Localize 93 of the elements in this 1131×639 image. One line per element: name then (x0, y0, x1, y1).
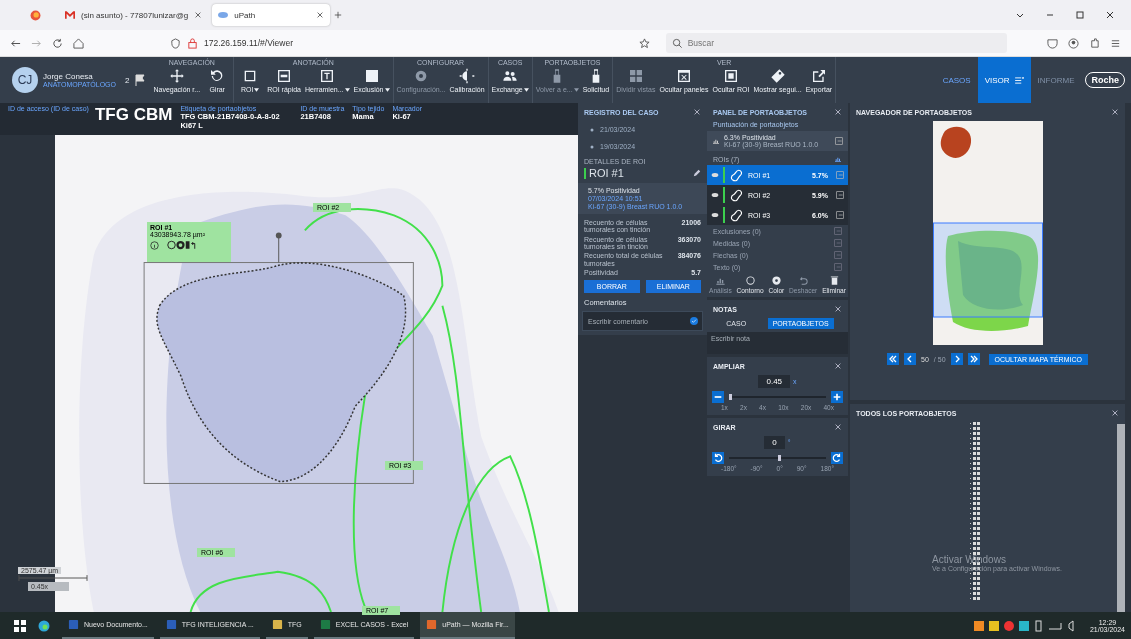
roi-name: ROI #1 (589, 167, 625, 179)
firefox-icon[interactable] (30, 9, 41, 21)
scrollbar[interactable] (1117, 424, 1125, 612)
export-icon[interactable] (836, 211, 844, 220)
caret-icon (573, 87, 579, 92)
document-icon (68, 619, 79, 630)
trash-icon (828, 275, 840, 287)
rotate-right-button[interactable] (831, 452, 843, 465)
grid-icon (627, 68, 644, 84)
outline-shape-icon (729, 167, 744, 183)
move-arrows-icon (168, 68, 185, 84)
rotate-right-icon (832, 453, 842, 464)
extensions-icon[interactable] (1089, 37, 1100, 49)
undo-icon (797, 275, 809, 287)
outline-shape-icon (729, 207, 744, 223)
flag-count: 2 (125, 75, 130, 85)
document-icon (319, 619, 331, 630)
pocket-icon[interactable] (1047, 37, 1058, 49)
browser-tab[interactable]: uPath (212, 4, 331, 26)
value-field[interactable]: 0.45 (758, 375, 791, 389)
search-icon (671, 37, 683, 49)
windows-start-icon[interactable] (14, 619, 26, 632)
mail-icon (65, 11, 75, 19)
reload-icon[interactable] (52, 37, 63, 49)
avatar[interactable]: CJ (12, 67, 38, 93)
previous-button[interactable] (904, 353, 917, 365)
browser-icon (426, 619, 438, 630)
zoom-in-button[interactable] (831, 391, 843, 404)
flag-icon[interactable] (134, 74, 147, 86)
home-icon[interactable] (73, 37, 84, 49)
caret-icon (523, 87, 529, 92)
bullet-icon (590, 127, 594, 132)
slider-thumb[interactable] (729, 394, 732, 401)
menu-icon[interactable] (1110, 37, 1121, 49)
activation-notice-title: Activar Windows (932, 554, 1007, 565)
bullet-icon (590, 144, 594, 149)
export-icon[interactable] (835, 137, 843, 146)
ring-icon (744, 275, 756, 287)
first-page-button[interactable] (887, 353, 900, 365)
window-close-icon (675, 68, 692, 84)
document-icon (271, 619, 283, 630)
gear-icon (413, 68, 429, 84)
last-page-button[interactable] (967, 353, 980, 365)
eye-icon[interactable] (711, 191, 719, 200)
brightness-icon (459, 68, 476, 84)
maximize-icon[interactable] (1075, 10, 1085, 20)
check-icon[interactable] (690, 317, 698, 326)
nav-tab[interactable]: VISOR (977, 57, 1031, 103)
text-box-icon (319, 68, 336, 84)
value-field[interactable]: 0 (764, 436, 785, 450)
scale-bar-icon (18, 575, 88, 581)
lock-icon (187, 37, 198, 49)
new-tab-icon[interactable] (334, 11, 343, 19)
star-icon[interactable] (638, 37, 650, 49)
edge-icon[interactable] (38, 619, 50, 632)
caret-icon (384, 87, 390, 92)
close-icon[interactable] (316, 11, 325, 19)
rotate-left-button[interactable] (712, 452, 724, 465)
plus-icon (832, 392, 842, 403)
frame-icon (722, 68, 739, 84)
export-icon[interactable] (836, 191, 844, 200)
double-chevron-left-icon (888, 354, 899, 364)
list-icon (1014, 76, 1024, 84)
roi-box-icon (276, 68, 293, 84)
double-chevron-right-icon (968, 354, 979, 364)
tag-icon (769, 68, 786, 84)
chart-icon (712, 137, 720, 146)
export-icon (810, 68, 827, 84)
people-icon (502, 68, 519, 84)
document-icon (165, 619, 177, 630)
eye-icon[interactable] (711, 211, 719, 220)
user-name: Jorge Conesa (43, 72, 93, 81)
search-field[interactable]: Buscar (665, 33, 1007, 53)
browser-tab[interactable]: (sin asunto) - 77807lunizar@g (59, 4, 209, 26)
zoom-out-button[interactable] (712, 391, 724, 404)
chart-icon (834, 155, 842, 164)
caret-icon (344, 87, 350, 92)
caret-icon (254, 87, 260, 92)
eye-icon (218, 11, 229, 19)
close-icon[interactable] (1105, 10, 1115, 20)
nav-tab[interactable]: CASOS (935, 57, 978, 103)
outline-shape-icon (729, 187, 744, 203)
slider-thumb[interactable] (777, 455, 781, 462)
rotate-left-icon (713, 453, 723, 464)
next-button[interactable] (950, 353, 963, 365)
pencil-icon[interactable] (693, 169, 701, 177)
close-icon[interactable] (194, 11, 203, 19)
shield-icon (170, 37, 181, 49)
address-bar[interactable]: 172.26.159.11/#/Viewer (164, 33, 656, 53)
account-icon[interactable] (1068, 37, 1079, 49)
info-icon[interactable] (150, 240, 159, 250)
annotation-tools-drawing[interactable] (167, 240, 197, 250)
field-value: TFG CBM (94, 105, 173, 125)
